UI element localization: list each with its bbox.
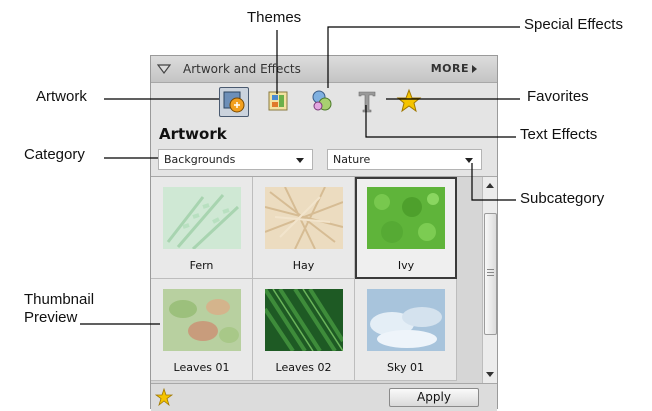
thumbnail-label: Leaves 01	[173, 361, 230, 374]
section-title: Artwork	[159, 125, 227, 143]
thumbnail-grid: Fern Hay Ivy Leaves 01 Leaves 02 Sky 01	[151, 176, 497, 383]
more-button[interactable]: MORE	[431, 62, 477, 75]
more-label: MORE	[430, 62, 469, 75]
callout-subcategory: Subcategory	[520, 190, 605, 207]
leaves-02-thumbnail-image	[265, 289, 343, 351]
thumbnail-label: Leaves 02	[275, 361, 332, 374]
scroll-up-arrow-icon[interactable]	[486, 183, 494, 188]
thumbnail-label: Ivy	[397, 259, 415, 272]
callout-thumbnail-preview: Thumbnail Preview	[24, 291, 95, 326]
thumbnail-fern[interactable]: Fern	[151, 177, 253, 279]
hay-thumbnail-image	[265, 187, 343, 249]
themes-tool-button[interactable]	[264, 87, 294, 117]
grip-line	[487, 275, 494, 276]
collapse-triangle-icon[interactable]	[157, 62, 171, 76]
text-effects-icon	[358, 91, 376, 113]
thumbnail-leaves-02[interactable]: Leaves 02	[253, 279, 355, 381]
sky-01-thumbnail-image	[367, 289, 445, 351]
themes-icon	[268, 91, 288, 111]
grip-line	[487, 272, 494, 273]
add-to-favorites-star-icon[interactable]	[155, 388, 173, 406]
category-value: Backgrounds	[164, 153, 236, 166]
callout-category: Category	[24, 146, 85, 163]
panel-header: Artwork and Effects MORE	[151, 56, 497, 83]
scroll-down-arrow-icon[interactable]	[486, 372, 494, 377]
artwork-and-effects-panel: Artwork and Effects MORE Artwork Backgro…	[150, 55, 498, 411]
special-effects-tool-button[interactable]	[308, 87, 338, 117]
artwork-icon	[223, 91, 245, 113]
thumbnail-leaves-01[interactable]: Leaves 01	[151, 279, 253, 381]
thumbnail-ivy[interactable]: Ivy	[355, 177, 457, 279]
ivy-thumbnail-image	[367, 187, 445, 249]
chevron-down-icon	[296, 158, 304, 163]
callout-themes: Themes	[247, 9, 302, 26]
text-effects-tool-button[interactable]	[353, 87, 383, 117]
scroll-thumb[interactable]	[484, 213, 497, 335]
callout-text-effects: Text Effects	[520, 126, 598, 143]
favorites-tool-button[interactable]	[395, 87, 425, 117]
leaves-01-thumbnail-image	[163, 289, 241, 351]
artwork-tool-button[interactable]	[219, 87, 249, 117]
thumbnail-label: Sky 01	[387, 361, 424, 374]
thumbnail-label: Hay	[292, 259, 315, 272]
fern-thumbnail-image	[163, 187, 241, 249]
callout-artwork: Artwork	[36, 88, 87, 105]
thumbnail-hay[interactable]: Hay	[253, 177, 355, 279]
panel-footer: Apply	[151, 383, 497, 411]
thumbnail-label: Fern	[189, 259, 214, 272]
special-effects-icon	[312, 90, 332, 111]
grip-line	[487, 269, 494, 270]
thumbnail-sky-01[interactable]: Sky 01	[355, 279, 457, 381]
thumbnail-scrollbar[interactable]	[482, 177, 497, 383]
callout-special-effects: Special Effects	[524, 16, 623, 33]
panel-title: Artwork and Effects	[183, 62, 301, 76]
category-dropdown[interactable]: Backgrounds	[158, 149, 313, 170]
favorites-star-icon	[396, 88, 422, 113]
subcategory-value: Nature	[333, 153, 371, 166]
callout-favorites: Favorites	[527, 88, 589, 105]
apply-button[interactable]: Apply	[389, 388, 479, 407]
effects-toolbar	[151, 83, 497, 121]
more-arrow-icon	[472, 65, 477, 73]
chevron-down-icon	[465, 158, 473, 163]
subcategory-dropdown[interactable]: Nature	[327, 149, 482, 170]
